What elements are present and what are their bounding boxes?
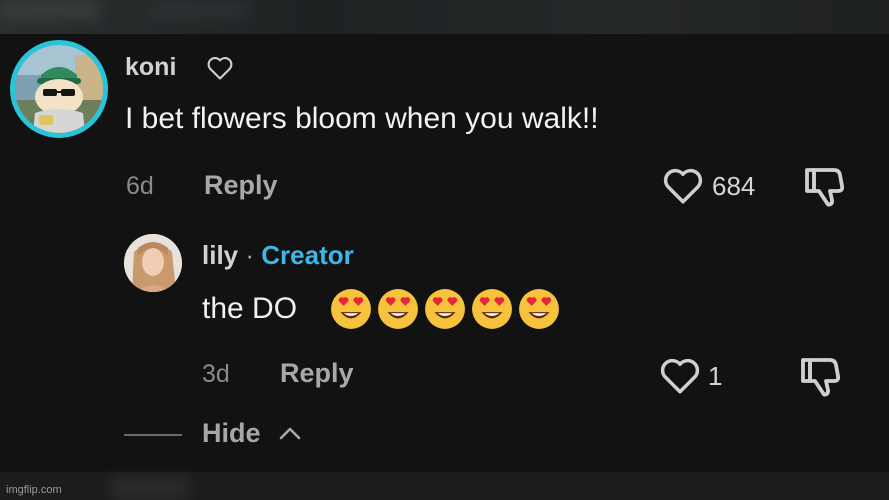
comment-text: I bet flowers bloom when you walk!!	[125, 102, 599, 135]
reply-button[interactable]: Reply	[204, 170, 278, 201]
bottom-blur-shape	[110, 476, 190, 500]
like-count: 684	[712, 171, 756, 201]
avatar-koni[interactable]	[10, 40, 108, 138]
chevron-up-icon[interactable]	[278, 424, 302, 442]
heart-eyes-emoji	[472, 289, 512, 329]
heart-eyes-emoji	[378, 289, 418, 329]
top-blur-shape-2	[150, 2, 250, 18]
reply-header: lily · Creator	[202, 240, 354, 271]
avatar-lily[interactable]	[124, 234, 182, 292]
heart-eyes-emoji	[425, 289, 465, 329]
heart-outline-icon[interactable]	[206, 55, 234, 81]
reply-text: the DO	[202, 292, 298, 325]
hide-divider-line	[124, 434, 182, 436]
creator-badge: Creator	[261, 240, 354, 270]
emoji-group	[330, 288, 560, 330]
comment-username[interactable]: koni	[125, 53, 176, 82]
dislike-icon[interactable]	[802, 164, 850, 210]
reply-username[interactable]: lily	[202, 240, 238, 270]
reply-time: 3d	[202, 360, 230, 388]
heart-eyes-emoji	[519, 289, 559, 329]
watermark: imgflip.com	[6, 484, 62, 496]
top-blurred-strip	[0, 0, 889, 34]
reply-like-count: 1	[708, 361, 723, 391]
heart-icon[interactable]	[659, 356, 701, 396]
dislike-icon[interactable]	[798, 354, 846, 400]
hide-replies-button[interactable]: Hide	[202, 418, 261, 449]
separator-dot: ·	[245, 240, 255, 270]
reply-reply-button[interactable]: Reply	[280, 358, 354, 389]
comment-time: 6d	[126, 172, 154, 200]
top-blur-shape	[0, 0, 100, 20]
heart-eyes-emoji	[331, 289, 371, 329]
heart-icon[interactable]	[662, 166, 704, 206]
